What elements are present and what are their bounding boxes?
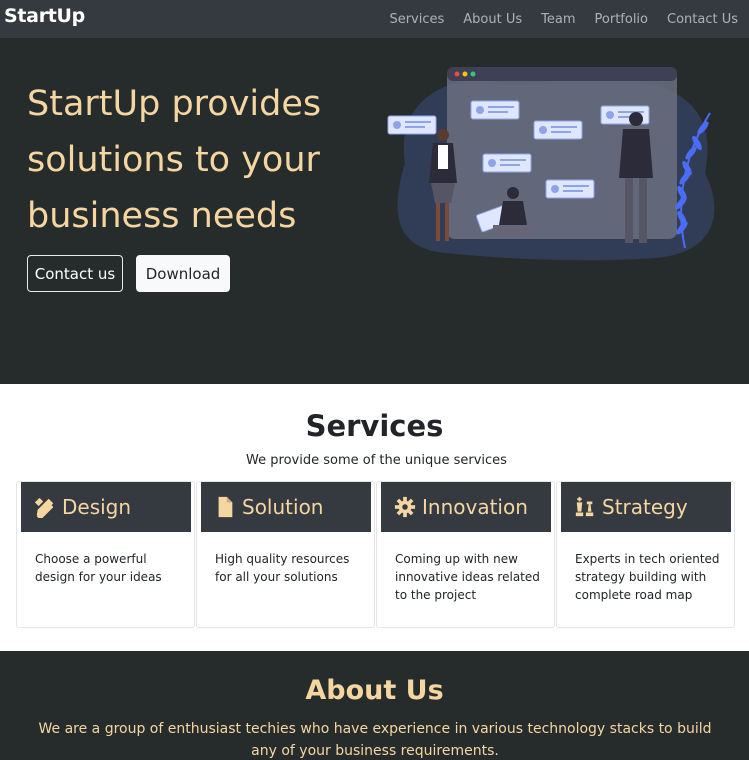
services-title: Services [305,409,444,443]
card-text: Experts in tech oriented strategy buildi… [575,552,720,602]
hero-section: StartUp provides solutions to your busin… [0,38,749,384]
card-title: Design [62,495,132,519]
file-icon [218,496,233,518]
download-button[interactable]: Download [136,255,230,292]
service-card-innovation: Innovation Coming up with new innovative… [376,481,555,628]
nav-link-team[interactable]: Team [541,12,575,27]
contact-us-button[interactable]: Contact us [27,255,123,292]
card-title: Innovation [422,495,528,519]
navbar: StartUp Services About Us Team Portfolio… [0,0,749,38]
nav-link-contact-us[interactable]: Contact Us [667,12,738,27]
services-section: Services We provide some of the unique s… [0,384,749,651]
card-title: Strategy [602,495,688,519]
card-text: Coming up with new innovative ideas rela… [395,552,540,602]
about-section: About Us We are a group of enthusiast te… [0,651,749,760]
card-text: Choose a powerful design for your ideas [35,552,162,584]
chess-icon [575,496,594,517]
pencil-ruler-icon [34,497,54,518]
card-header: Innovation [381,482,551,532]
brand-logo[interactable]: StartUp [4,5,85,27]
nav-link-about-us[interactable]: About Us [463,12,522,27]
service-card-solution: Solution High quality resources for all … [196,481,375,628]
services-subtitle: We provide some of the unique services [246,453,507,468]
card-header: Strategy [561,482,731,532]
about-text: We are a group of enthusiast techies who… [38,721,712,759]
gear-icon [394,496,416,518]
hero-title: StartUp provides solutions to your busin… [27,84,322,236]
card-header: Design [21,482,191,532]
nav-link-portfolio[interactable]: Portfolio [595,12,648,27]
nav-link-services[interactable]: Services [389,12,444,27]
card-text: High quality resources for all your solu… [215,552,350,584]
service-card-strategy: Strategy Experts in tech oriented strate… [556,481,735,628]
about-title: About Us [305,675,444,706]
nav-links: Services About Us Team Portfolio Contact… [370,0,738,38]
card-title: Solution [242,495,324,519]
card-header: Solution [201,482,371,532]
team-collaboration-illustration [387,67,715,261]
service-card-design: Design Choose a powerful design for your… [16,481,195,628]
